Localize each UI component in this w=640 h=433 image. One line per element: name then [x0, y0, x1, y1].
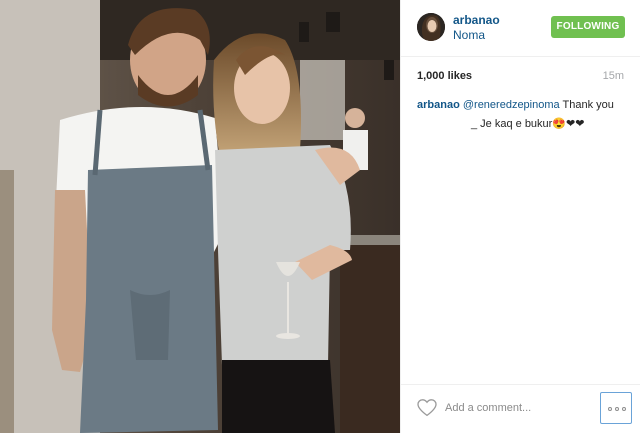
avatar[interactable] — [417, 13, 445, 41]
photo-image — [0, 0, 400, 433]
username-link[interactable]: arbanao — [453, 13, 500, 27]
caption-text-line2: _ Je kaq e bukur😍❤❤ — [471, 118, 585, 130]
post-footer — [401, 384, 640, 433]
post-header: arbanao Noma FOLLOWING — [401, 0, 640, 57]
post-sidebar: arbanao Noma FOLLOWING 1,000 likes 15m a… — [400, 0, 640, 433]
more-options-button[interactable] — [600, 392, 632, 424]
location-link[interactable]: Noma — [453, 28, 485, 42]
following-button[interactable]: FOLLOWING — [551, 16, 625, 38]
post-photo — [0, 0, 400, 433]
caption-text: Thank you — [559, 99, 614, 111]
more-dot-icon — [615, 407, 619, 411]
comment-input[interactable] — [445, 397, 585, 419]
more-dot-icon — [608, 407, 612, 411]
heart-outline-icon[interactable] — [417, 399, 437, 417]
more-dot-icon — [622, 407, 626, 411]
caption: arbanao @reneredzepinoma Thank you _ Je … — [417, 96, 631, 134]
caption-mention-link[interactable]: @reneredzepinoma — [463, 99, 560, 111]
caption-username-link[interactable]: arbanao — [417, 99, 460, 111]
likes-count[interactable]: 1,000 likes — [417, 70, 472, 82]
post-timestamp[interactable]: 15m — [603, 70, 624, 82]
